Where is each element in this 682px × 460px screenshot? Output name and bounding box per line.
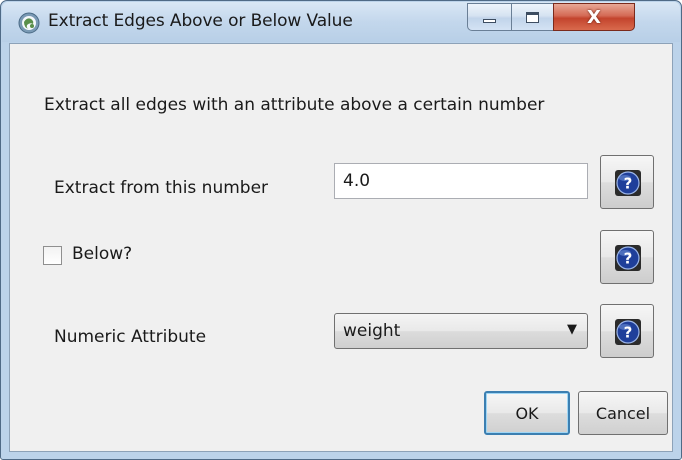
attribute-help-button[interactable]: ?: [600, 304, 654, 358]
attribute-select[interactable]: weight ▼: [334, 313, 588, 349]
window-title: Extract Edges Above or Below Value: [48, 11, 353, 31]
close-icon: X: [587, 6, 601, 28]
svg-text:?: ?: [624, 324, 633, 342]
svg-text:?: ?: [624, 175, 633, 193]
attribute-selected-value: weight: [343, 321, 401, 341]
ok-button[interactable]: OK: [484, 391, 570, 435]
threshold-help-button[interactable]: ?: [600, 155, 654, 209]
title-bar[interactable]: Extract Edges Above or Below Value X: [2, 2, 680, 42]
help-question-icon: ?: [615, 170, 641, 196]
window-controls: X: [467, 3, 635, 31]
below-label: Below?: [72, 244, 133, 264]
svg-text:?: ?: [624, 250, 633, 268]
cytoscape-app-icon: [18, 12, 40, 34]
help-question-icon: ?: [615, 245, 641, 271]
maximize-button[interactable]: [511, 3, 553, 31]
attribute-label: Numeric Attribute: [54, 327, 207, 347]
dialog-description: Extract all edges with an attribute abov…: [44, 95, 545, 115]
dialog-window: Extract Edges Above or Below Value X Ext…: [0, 0, 682, 460]
below-help-button[interactable]: ?: [600, 230, 654, 284]
threshold-label: Extract from this number: [54, 178, 269, 198]
below-checkbox[interactable]: [43, 246, 62, 265]
help-question-icon: ?: [615, 319, 641, 345]
close-button[interactable]: X: [553, 3, 635, 31]
minimize-button[interactable]: [467, 3, 511, 31]
minimize-icon: [483, 19, 496, 23]
maximize-icon: [526, 11, 539, 23]
dropdown-arrow-icon: ▼: [567, 322, 577, 337]
cancel-button[interactable]: Cancel: [578, 391, 668, 435]
threshold-input[interactable]: [334, 163, 588, 199]
dialog-content: Extract all edges with an attribute abov…: [9, 43, 673, 452]
